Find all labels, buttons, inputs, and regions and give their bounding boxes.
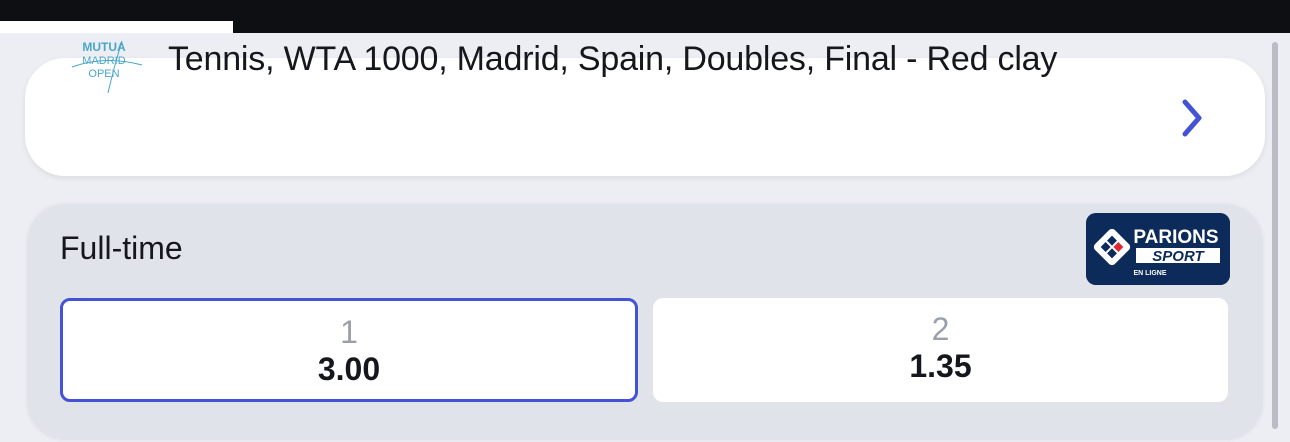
market-title: Full-time — [60, 230, 183, 266]
odds-button-2[interactable]: 2 1.35 — [653, 298, 1228, 402]
brand-text-line1: PARIONS — [1133, 227, 1218, 248]
scrollbar[interactable] — [1272, 42, 1278, 429]
selection-label: 1 — [340, 314, 358, 350]
mutua-madrid-open-logo: MUTUA MADRID OPEN — [71, 40, 143, 93]
brand-text-line2: SPORT — [1152, 248, 1205, 265]
top-bar — [0, 0, 1290, 33]
selection-odds: 3.00 — [317, 351, 381, 387]
odds-button-1[interactable]: 1 3.00 — [60, 298, 638, 402]
page-load-progress — [0, 21, 233, 33]
brand-text-line3: EN LIGNE — [1133, 270, 1166, 277]
logo-text-line1: MUTUA — [82, 40, 126, 54]
tournament-title: Tennis, WTA 1000, Madrid, Spain, Doubles… — [168, 40, 1058, 78]
parions-sport-logo: PARIONS SPORT EN LIGNE — [1086, 213, 1230, 285]
selection-label: 2 — [931, 311, 950, 347]
chevron-right-icon[interactable] — [1178, 98, 1206, 138]
logo-text-line3: OPEN — [88, 68, 119, 80]
selection-odds: 1.35 — [909, 348, 972, 384]
